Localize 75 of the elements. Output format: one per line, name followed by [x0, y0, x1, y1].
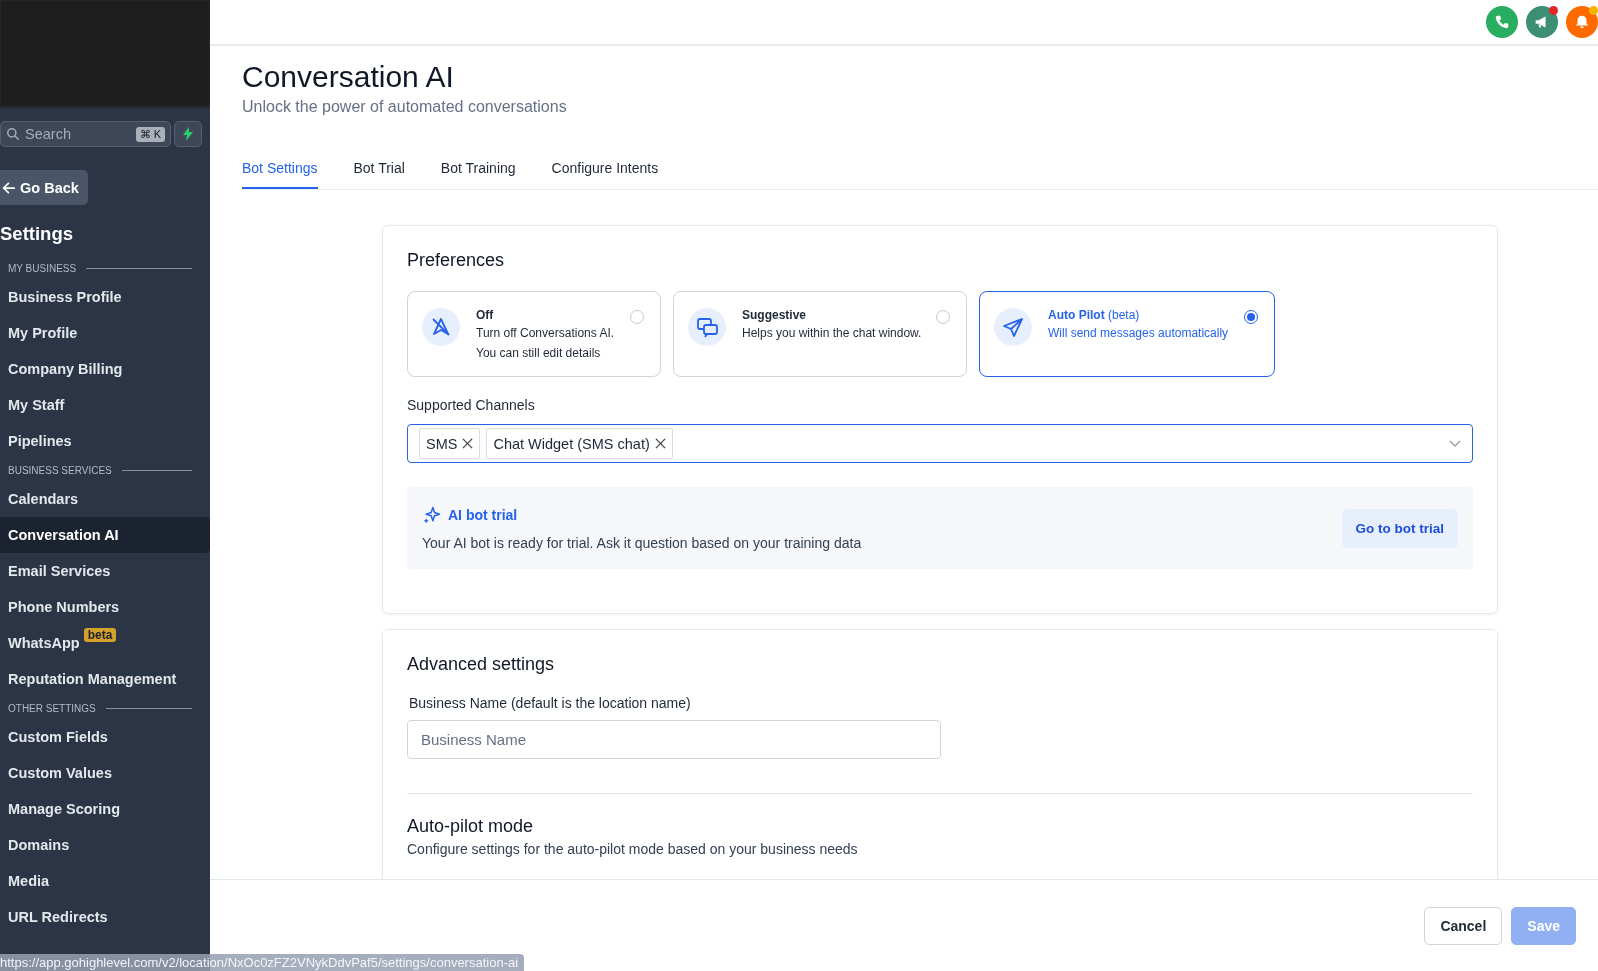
bolt-icon — [182, 127, 194, 141]
banner-text: Your AI bot is ready for trial. Ask it question based on your training data — [422, 535, 863, 551]
field-label: Supported Channels — [407, 397, 536, 413]
sidebar-item[interactable]: Calendars — [0, 481, 210, 517]
notification-dot — [1549, 6, 1558, 15]
sidebar-item[interactable]: URL Redirects — [0, 899, 210, 935]
sidebar-item[interactable]: Custom Values — [0, 755, 210, 791]
section-title: Auto-pilot mode — [407, 816, 535, 837]
tab[interactable]: Bot Trial — [353, 156, 405, 189]
tab[interactable]: Bot Settings — [242, 156, 318, 189]
option-description: Turn off Conversations AI. — [476, 325, 615, 342]
sidebar-title: Settings — [0, 223, 74, 245]
beta-badge: beta — [83, 628, 117, 642]
tab[interactable]: Configure Intents — [551, 156, 659, 189]
sidebar-item[interactable]: Business Profile — [0, 279, 210, 315]
option-card[interactable]: Off Turn off Conversations AI. You can still edit details — [407, 291, 661, 377]
chat-bubbles-icon — [688, 308, 726, 346]
crossed-plane-icon — [422, 308, 460, 346]
channel-tag: SMS — [419, 428, 481, 459]
sidebar-item[interactable]: Domains — [0, 827, 210, 863]
sidebar-item[interactable]: Pipelines — [0, 423, 210, 459]
section-heading: BUSINESS SERVICES — [8, 464, 112, 476]
option-card[interactable]: Auto Pilot (beta) Will send messages automatically — [979, 291, 1275, 377]
sidebar-item[interactable]: WhatsApp — [8, 635, 80, 651]
phone-button[interactable] — [1486, 6, 1518, 38]
megaphone-button[interactable] — [1526, 6, 1558, 38]
field-label: Business Name (default is the location name) — [409, 695, 692, 711]
banner-title: AI bot trial — [448, 507, 518, 523]
sidebar-item[interactable]: Company Billing — [0, 351, 210, 387]
page-title: Conversation AI — [242, 60, 455, 94]
option-description: Will send messages automatically — [1048, 325, 1229, 342]
page-subtitle: Unlock the power of automated conversations — [242, 98, 568, 116]
sparkle-icon — [422, 505, 442, 525]
section-title: Preferences — [407, 250, 506, 271]
option-description: Helps you within the chat window. — [742, 325, 922, 342]
quick-action-button[interactable] — [174, 121, 202, 147]
bell-icon — [1573, 13, 1591, 31]
option-description: You can still edit details — [476, 345, 602, 362]
sidebar-item[interactable]: Phone Numbers — [0, 589, 210, 625]
search-icon — [6, 127, 20, 141]
sidebar-item[interactable]: Custom Fields — [0, 719, 210, 755]
sidebar-item[interactable]: Conversation AI — [0, 517, 210, 553]
go-to-trial-button[interactable]: Go to bot trial — [1341, 508, 1458, 548]
sidebar-item[interactable]: Reputation Management — [0, 661, 210, 697]
search-field[interactable]: Search ⌘ K — [0, 121, 171, 147]
section-heading: MY BUSINESS — [8, 262, 77, 274]
option-title: Auto Pilot (beta) — [1048, 308, 1141, 322]
chevron-down-icon[interactable] — [1449, 439, 1461, 448]
close-icon[interactable] — [462, 438, 474, 449]
status-url: https://app.gohighlevel.com/v2/location/NxOc0zFZ2VNykDdvPaf5/settings/conversation-ai — [0, 954, 525, 971]
channels-select[interactable]: SMS Chat Widget (SMS chat) — [407, 424, 1473, 463]
close-icon[interactable] — [654, 438, 666, 449]
arrow-left-icon — [2, 180, 16, 195]
sidebar-item[interactable]: My Profile — [0, 315, 210, 351]
option-title: Suggestive — [742, 308, 808, 322]
back-button[interactable]: Go Back — [0, 170, 88, 205]
sidebar-item[interactable]: Manage Scoring — [0, 791, 210, 827]
channel-tag: Chat Widget (SMS chat) — [486, 428, 673, 459]
paper-plane-icon — [994, 308, 1032, 346]
bell-button[interactable] — [1566, 6, 1598, 38]
sidebar-item[interactable]: Media — [0, 863, 210, 899]
sidebar-item[interactable]: Email Services — [0, 553, 210, 589]
phone-icon — [1493, 13, 1511, 31]
section-title: Advanced settings — [407, 654, 556, 675]
section-heading: OTHER SETTINGS — [8, 702, 96, 714]
sidebar-item[interactable]: My Staff — [0, 387, 210, 423]
notification-dot — [1589, 6, 1598, 15]
option-card[interactable]: Suggestive Helps you within the chat window. — [673, 291, 967, 377]
search-placeholder: Search — [25, 126, 72, 142]
option-title: Off — [476, 308, 495, 322]
business-name-field[interactable]: Business Name — [407, 720, 941, 759]
cancel-button[interactable]: Cancel — [1424, 906, 1503, 945]
shortcut-hint: ⌘ K — [135, 126, 165, 142]
tab[interactable]: Bot Training — [440, 156, 516, 189]
section-description: Configure settings for the auto-pilot mode based on your business needs — [407, 841, 859, 857]
